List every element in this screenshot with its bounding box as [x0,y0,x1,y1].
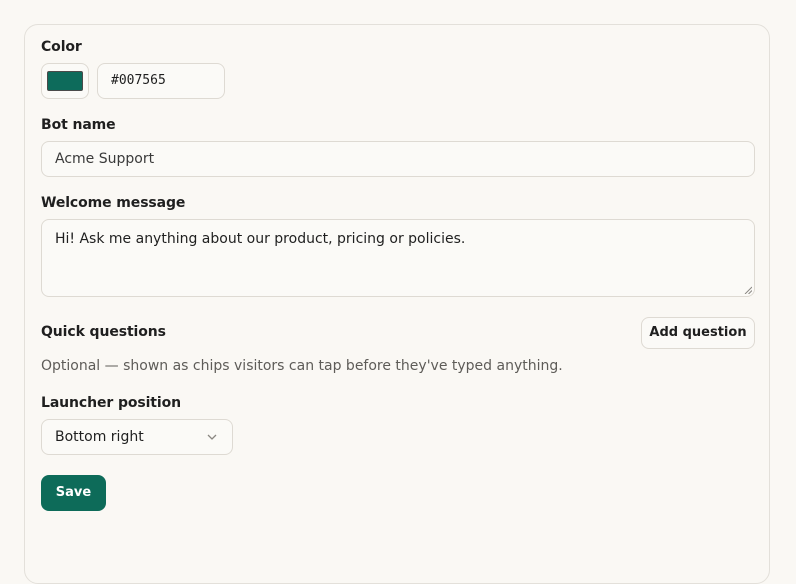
bot-name-label: Bot name [41,117,116,133]
quick-questions-label: Quick questions [41,324,166,340]
color-picker-button[interactable] [41,63,89,99]
resize-grip-icon[interactable] [744,286,752,294]
color-hex-input[interactable]: #007565 [97,63,225,99]
add-question-button[interactable]: Add question [641,317,755,349]
launcher-position-select[interactable]: Bottom right [41,419,233,455]
color-swatch [47,71,83,91]
welcome-message-label: Welcome message [41,195,186,211]
chevron-down-icon [207,434,217,440]
launcher-position-label: Launcher position [41,395,181,411]
welcome-message-text: Hi! Ask me anything about our product, p… [55,231,466,247]
quick-questions-help-text: Optional — shown as chips visitors can t… [41,358,563,374]
save-button[interactable]: Save [41,475,106,511]
color-label: Color [41,39,82,55]
bot-name-input[interactable]: Acme Support [41,141,755,177]
settings-card: Color #007565 Bot name Acme Support Welc… [24,24,770,584]
launcher-position-value: Bottom right [55,429,144,445]
welcome-message-textarea[interactable]: Hi! Ask me anything about our product, p… [41,219,755,297]
